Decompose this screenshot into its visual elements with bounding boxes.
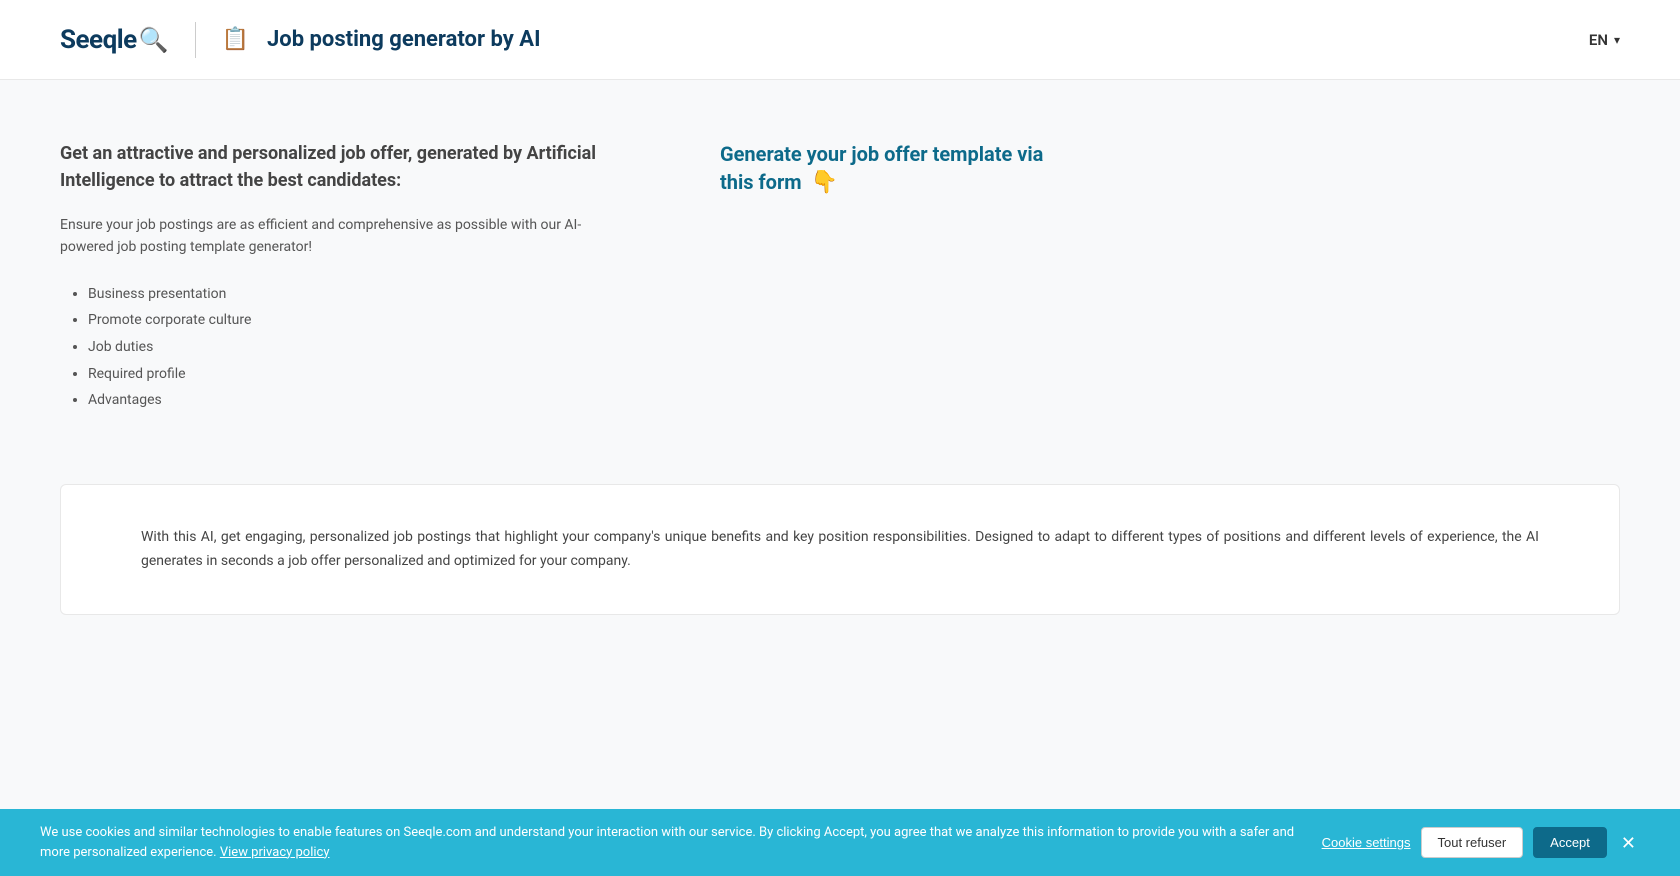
cookie-banner: We use cookies and similar technologies … [0,809,1680,876]
cookie-buttons: Cookie settings Tout refuser Accept ✕ [1322,827,1640,858]
page-title: Job posting generator by AI [267,27,541,52]
right-panel: Generate your job offer template via thi… [660,140,1620,444]
generate-text-line2: this form [720,170,802,194]
generate-heading: Generate your job offer template via thi… [720,140,1620,199]
chevron-down-icon: ▾ [1614,33,1620,47]
logo-icon: 🔍 [139,26,169,54]
list-item: Advantages [88,387,620,414]
page-title-icon: 📋 [222,27,249,52]
list-item: Job duties [88,334,620,361]
cookie-refuse-button[interactable]: Tout refuser [1421,827,1524,858]
generate-text-line1: Generate your job offer template via [720,142,1043,166]
cookie-close-button[interactable]: ✕ [1617,830,1640,856]
header-divider [195,22,196,58]
list-item: Required profile [88,361,620,388]
cookie-text: We use cookies and similar technologies … [40,823,1302,862]
hand-icon: 👇 [811,170,838,195]
logo-text: Seeqle [60,25,137,55]
bottom-text: With this AI, get engaging, personalized… [141,525,1539,574]
features-list: Business presentation Promote corporate … [60,281,620,414]
header-left: Seeqle 🔍 📋 Job posting generator by AI [60,22,541,58]
list-item: Promote corporate culture [88,307,620,334]
logo[interactable]: Seeqle 🔍 [60,25,169,55]
main-content: Get an attractive and personalized job o… [0,80,1680,484]
bottom-section: With this AI, get engaging, personalized… [60,484,1620,615]
left-panel: Get an attractive and personalized job o… [60,140,620,444]
language-selector[interactable]: EN ▾ [1589,31,1620,49]
privacy-policy-link[interactable]: View privacy policy [220,845,330,860]
hero-title: Get an attractive and personalized job o… [60,140,620,194]
header: Seeqle 🔍 📋 Job posting generator by AI E… [0,0,1680,80]
list-item: Business presentation [88,281,620,308]
cookie-settings-button[interactable]: Cookie settings [1322,835,1411,850]
language-label: EN [1589,31,1608,49]
description-text: Ensure your job postings are as efficien… [60,214,620,259]
cookie-accept-button[interactable]: Accept [1533,827,1607,858]
